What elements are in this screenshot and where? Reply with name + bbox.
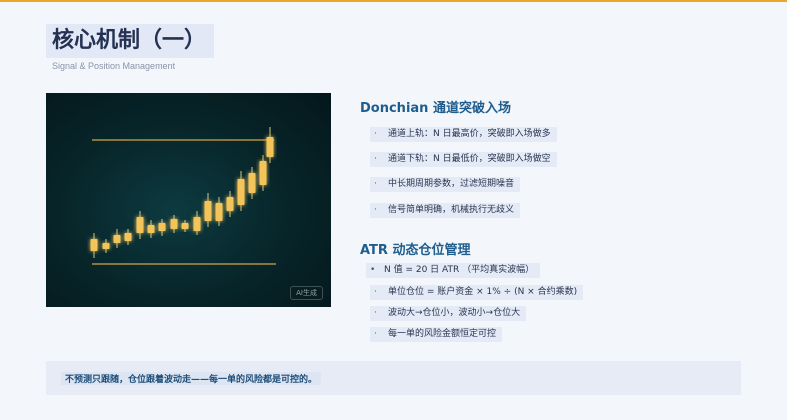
candle-body <box>136 217 144 233</box>
list-item-text: N 值 = 20 日 ATR （平均真实波幅） <box>384 265 535 275</box>
candle-body <box>204 201 212 221</box>
bullet-icon: · <box>374 179 377 189</box>
page-title: 核心机制（一） <box>46 24 215 58</box>
candle-body <box>147 225 155 233</box>
list-item: • N 值 = 20 日 ATR （平均真实波幅） <box>366 263 541 278</box>
bullet-icon: · <box>374 129 377 139</box>
candle-body <box>248 173 256 193</box>
list-item-text: 单位仓位 = 账户资金 × 1% ÷ (N × 合约乘数) <box>388 287 578 297</box>
candle-body <box>226 197 234 211</box>
candle-body <box>237 179 245 205</box>
list-item: · 通道上轨：N 日最高价，突破即入场做多 <box>370 127 557 142</box>
section-donchian-title: Donchian 通道突破入场 <box>360 101 511 116</box>
candle-body <box>170 219 178 229</box>
bullet-icon: · <box>374 205 377 215</box>
candle-body <box>266 137 274 157</box>
list-item-text: 每一单的风险金额恒定可控 <box>388 329 497 339</box>
candle-body <box>259 161 267 185</box>
bullet-icon: · <box>374 329 377 339</box>
list-item-text: 中长期周期参数，过滤短期噪音 <box>388 179 515 189</box>
candle-body <box>90 239 98 251</box>
list-item-text: 通道下轨：N 日最低价，突破即入场做空 <box>388 154 551 164</box>
header: 核心机制（一） Signal & Position Management <box>46 24 215 71</box>
candle-body <box>158 223 166 231</box>
bullet-icon: • <box>370 265 376 275</box>
candle-body <box>193 217 201 231</box>
list-item: · 通道下轨：N 日最低价，突破即入场做空 <box>370 152 557 167</box>
section-atr-title: ATR 动态仓位管理 <box>360 243 471 258</box>
candle-body <box>102 243 110 249</box>
list-item-text: 波动大→仓位小，波动小→仓位大 <box>388 308 521 318</box>
bullet-icon: · <box>374 308 377 318</box>
top-accent-bar <box>0 0 787 2</box>
list-item-text: 信号简单明确，机械执行无歧义 <box>388 205 515 215</box>
candle-body <box>215 203 223 221</box>
footer-callout: 不预测只跟随，仓位跟着波动走——每一单的风险都是可控的。 <box>46 361 741 395</box>
candle-body <box>113 235 121 243</box>
candlestick-svg <box>90 127 276 265</box>
ai-generated-badge: AI生成 <box>290 286 323 300</box>
bullet-icon: · <box>374 154 377 164</box>
list-item-text: 通道上轨：N 日最高价，突破即入场做多 <box>388 129 551 139</box>
bullet-icon: · <box>374 287 377 297</box>
footer-text: 不预测只跟随，仓位跟着波动走——每一单的风险都是可控的。 <box>61 372 322 385</box>
list-item: · 波动大→仓位小，波动小→仓位大 <box>370 306 527 321</box>
list-item: · 信号简单明确，机械执行无歧义 <box>370 203 521 218</box>
list-item: · 单位仓位 = 账户资金 × 1% ÷ (N × 合约乘数) <box>370 285 584 300</box>
candle-body <box>124 233 132 241</box>
candlestick-illustration: AI生成 <box>46 93 331 307</box>
candle-body <box>181 223 189 229</box>
list-item: · 中长期周期参数，过滤短期噪音 <box>370 177 521 192</box>
page-subtitle: Signal & Position Management <box>52 61 176 71</box>
list-item: · 每一单的风险金额恒定可控 <box>370 327 503 342</box>
